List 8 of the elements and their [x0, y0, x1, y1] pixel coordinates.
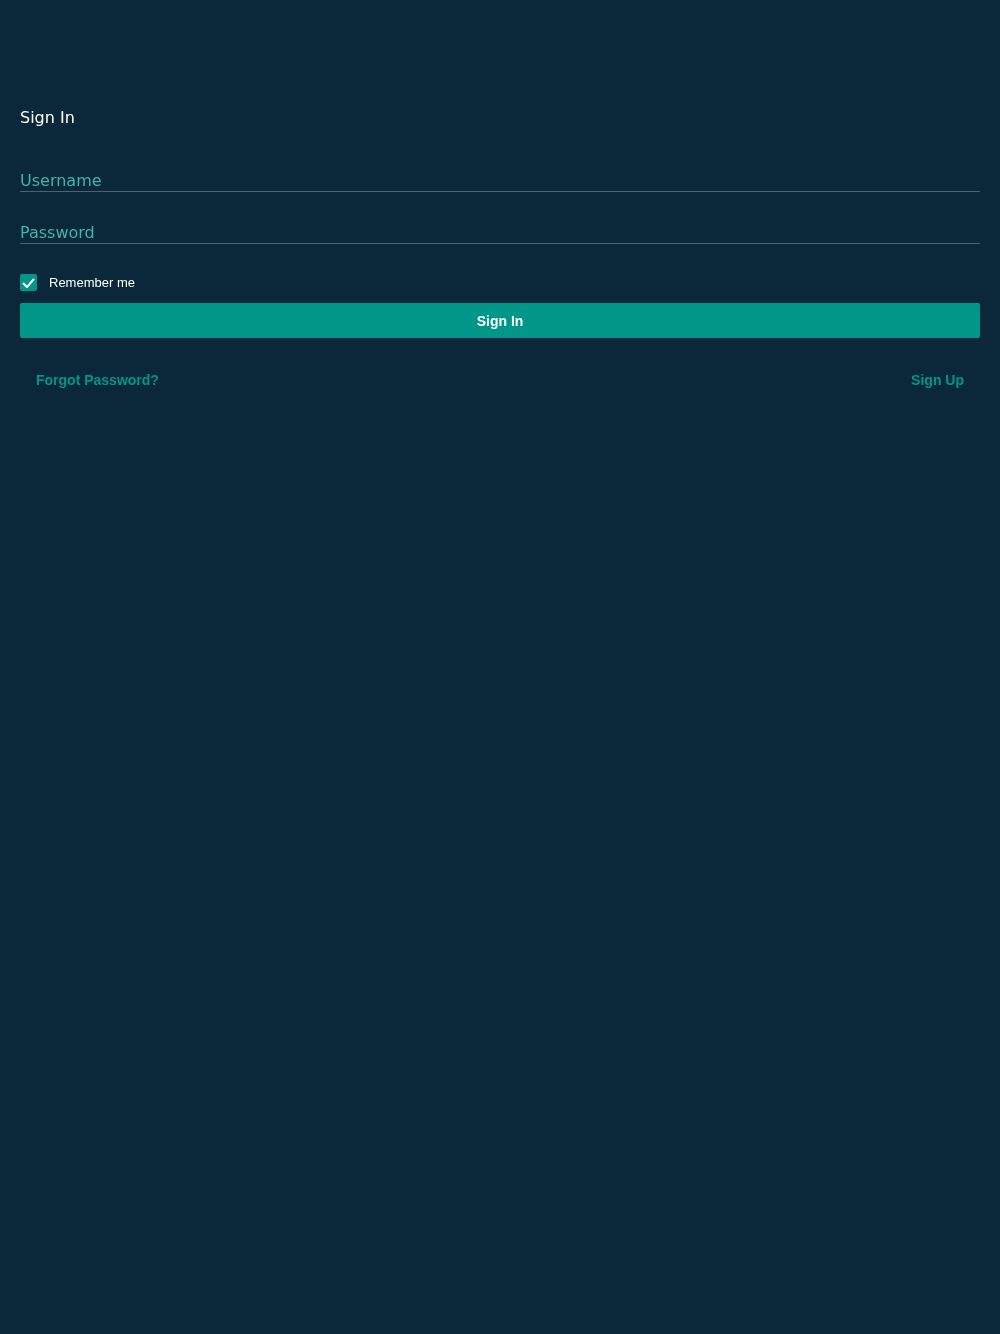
sign-up-link[interactable]: Sign Up [911, 372, 964, 388]
forgot-password-link[interactable]: Forgot Password? [36, 372, 159, 388]
remember-label: Remember me [49, 275, 135, 290]
sign-in-button[interactable]: Sign In [20, 303, 980, 338]
password-field[interactable]: Password [20, 222, 980, 244]
page-title: Sign In [20, 107, 76, 129]
username-field[interactable]: Username [20, 170, 980, 192]
remember-checkbox[interactable] [20, 274, 37, 291]
